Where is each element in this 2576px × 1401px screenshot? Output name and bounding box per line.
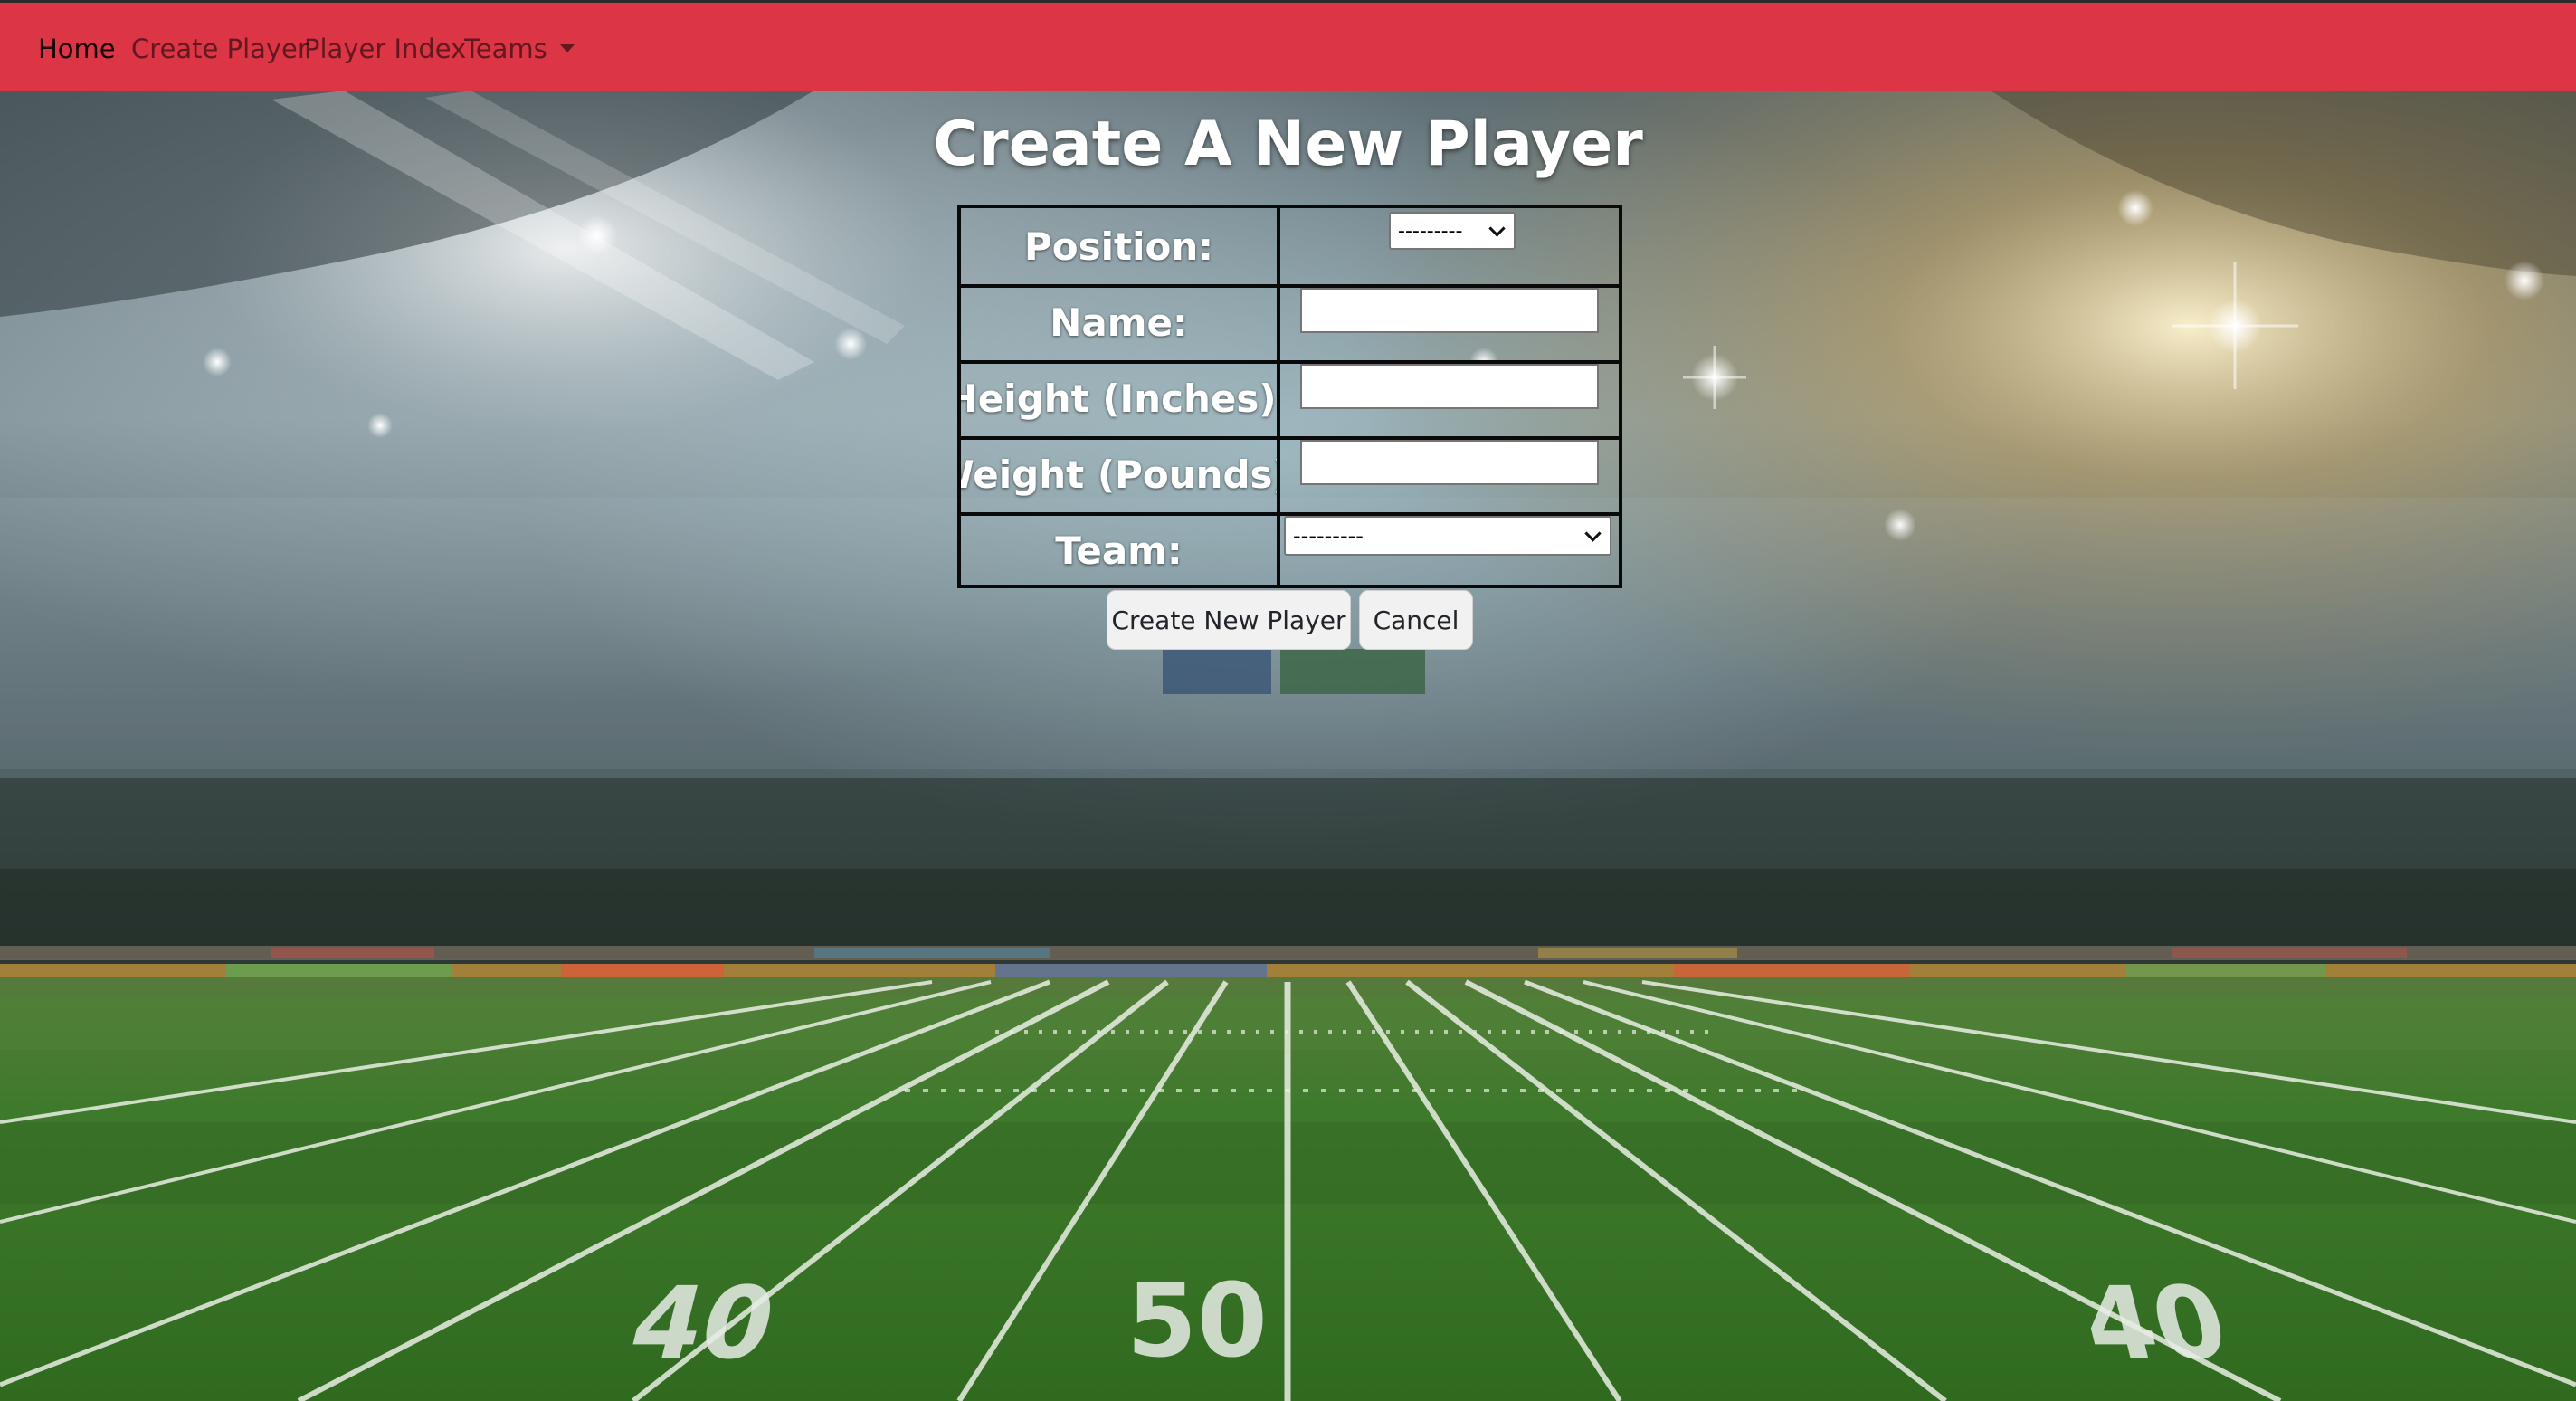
form-row-height: Height (Inches): xyxy=(961,360,1619,440)
name-input[interactable] xyxy=(1300,288,1599,333)
nav-create-player-link[interactable]: Create Player xyxy=(131,33,309,65)
team-label: Team: xyxy=(961,512,1280,588)
team-cell: --------- xyxy=(1280,512,1619,588)
weight-input[interactable] xyxy=(1300,440,1599,485)
field-number: 40 xyxy=(619,1266,786,1382)
weight-label: Weight (Pounds): xyxy=(961,436,1280,512)
position-select[interactable]: --------- xyxy=(1389,212,1516,250)
caret-down-icon xyxy=(559,43,575,52)
name-label: Name: xyxy=(961,284,1280,360)
create-player-form: Position: --------- Name: Height (Inches… xyxy=(957,205,1622,588)
chevron-down-icon xyxy=(1488,219,1506,237)
team-select-value: --------- xyxy=(1293,523,1364,548)
height-label: Height (Inches): xyxy=(961,360,1280,436)
form-row-weight: Weight (Pounds): xyxy=(961,436,1619,516)
position-label: Position: xyxy=(961,208,1280,284)
nav-teams-label: Teams xyxy=(464,33,547,64)
position-cell: --------- xyxy=(1280,208,1619,284)
form-row-position: Position: --------- xyxy=(961,208,1619,288)
nav-teams-dropdown[interactable]: Teams xyxy=(464,33,575,65)
field-number: 50 xyxy=(1126,1263,1268,1380)
height-input[interactable] xyxy=(1300,364,1599,409)
team-select[interactable]: --------- xyxy=(1284,516,1611,556)
position-select-value: --------- xyxy=(1398,219,1463,243)
form-row-name: Name: xyxy=(961,284,1619,364)
nav-player-index-link[interactable]: Player Index xyxy=(304,33,466,65)
top-navbar: Home Create Player Player Index Teams xyxy=(0,0,2576,91)
chevron-down-icon xyxy=(1584,524,1602,542)
page-title: Create A New Player xyxy=(933,109,1643,180)
field-number: 40 xyxy=(2071,1266,2239,1382)
name-cell xyxy=(1280,284,1619,360)
nav-home-link[interactable]: Home xyxy=(38,33,116,65)
height-cell xyxy=(1280,360,1619,436)
create-new-player-button[interactable]: Create New Player xyxy=(1107,590,1351,650)
form-row-team: Team: --------- xyxy=(961,512,1619,588)
cancel-button[interactable]: Cancel xyxy=(1359,590,1473,650)
weight-cell xyxy=(1280,436,1619,512)
